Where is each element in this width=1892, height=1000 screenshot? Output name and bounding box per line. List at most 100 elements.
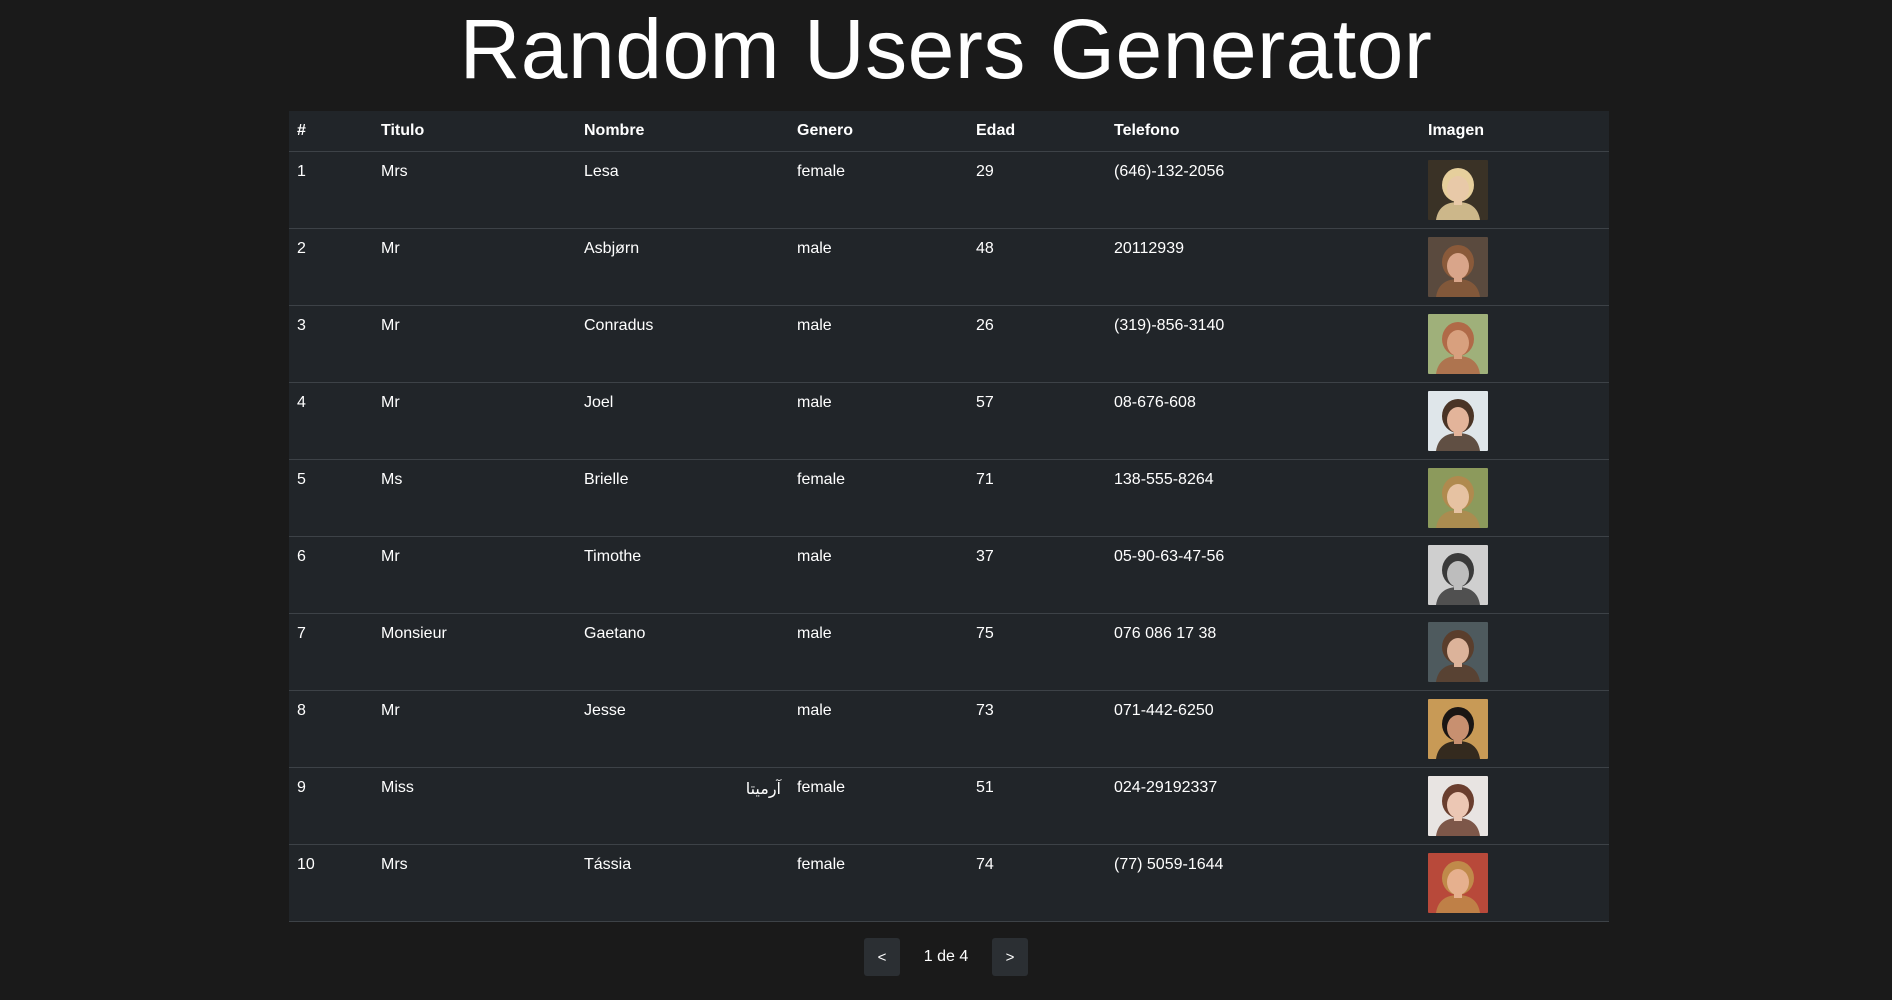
page-title: Random Users Generator (459, 2, 1433, 96)
cell-titulo: Mr (373, 228, 576, 306)
cell-nombre: Joel (576, 382, 789, 460)
table-row: 3 Mr Conradus male 26 (319)-856-3140 (289, 305, 1609, 383)
cell-titulo-text: Mrs (381, 163, 408, 180)
cell-telefono: 076 086 17 38 (1106, 613, 1420, 691)
cell-titulo-text: Mr (381, 394, 400, 411)
cell-edad-text: 48 (976, 240, 994, 257)
cell-titulo-text: Mr (381, 702, 400, 719)
cell-edad-text: 74 (976, 856, 994, 873)
cell-nombre-text: آرمیتا (745, 781, 781, 798)
table-body: 1 Mrs Lesa female 29 (646)-132-2056 2 Mr Asbjørn… (289, 151, 1609, 922)
cell-num: 2 (289, 228, 373, 306)
cell-genero-text: female (797, 163, 846, 180)
avatar (1428, 699, 1488, 759)
cell-imagen (1420, 690, 1609, 768)
cell-titulo-text: Mr (381, 317, 400, 334)
cell-telefono: (319)-856-3140 (1106, 305, 1420, 383)
cell-num-text: 4 (297, 394, 306, 411)
cell-genero: male (789, 613, 968, 691)
cell-titulo-text: Mr (381, 548, 400, 565)
cell-telefono-text: (77) 5059-1644 (1114, 856, 1224, 873)
cell-titulo: Mr (373, 536, 576, 614)
next-page-button[interactable]: > (992, 938, 1028, 976)
avatar (1428, 776, 1488, 836)
cell-nombre: Asbjørn (576, 228, 789, 306)
cell-edad: 74 (968, 844, 1106, 922)
cell-telefono: (77) 5059-1644 (1106, 844, 1420, 922)
users-table-container: # Titulo Nombre Genero Edad Telefono Ima… (289, 111, 1609, 922)
cell-imagen (1420, 536, 1609, 614)
prev-page-button[interactable]: < (864, 938, 900, 976)
cell-num-text: 10 (297, 856, 315, 873)
cell-nombre-text: Jesse (584, 702, 626, 719)
cell-edad-text: 71 (976, 471, 994, 488)
cell-genero-text: male (797, 625, 832, 642)
cell-num-text: 7 (297, 625, 306, 642)
cell-telefono: 05-90-63-47-56 (1106, 536, 1420, 614)
cell-genero: female (789, 459, 968, 537)
cell-telefono-text: 076 086 17 38 (1114, 625, 1217, 642)
table-row: 10 Mrs Tássia female 74 (77) 5059-1644 (289, 844, 1609, 922)
cell-num-text: 6 (297, 548, 306, 565)
column-header-genero: Genero (789, 111, 968, 152)
cell-edad-text: 37 (976, 548, 994, 565)
column-header-edad: Edad (968, 111, 1106, 152)
column-header-imagen: Imagen (1420, 111, 1609, 152)
cell-num: 7 (289, 613, 373, 691)
cell-imagen (1420, 459, 1609, 537)
cell-nombre: آرمیتا (576, 767, 789, 845)
cell-edad: 26 (968, 305, 1106, 383)
avatar (1428, 391, 1488, 451)
table-header-row: # Titulo Nombre Genero Edad Telefono Ima… (289, 111, 1609, 152)
cell-genero-text: male (797, 317, 832, 334)
cell-nombre-text: Joel (584, 394, 614, 411)
cell-genero: male (789, 382, 968, 460)
table-row: 2 Mr Asbjørn male 48 20112939 (289, 228, 1609, 306)
cell-genero-text: female (797, 471, 846, 488)
cell-num: 6 (289, 536, 373, 614)
cell-edad: 73 (968, 690, 1106, 768)
cell-genero: male (789, 305, 968, 383)
cell-telefono: 20112939 (1106, 228, 1420, 306)
cell-edad: 29 (968, 151, 1106, 229)
cell-telefono-text: (646)-132-2056 (1114, 163, 1225, 180)
cell-edad: 71 (968, 459, 1106, 537)
cell-imagen (1420, 305, 1609, 383)
cell-titulo-text: Miss (381, 779, 414, 796)
cell-titulo-text: Monsieur (381, 625, 447, 642)
cell-titulo-text: Mr (381, 240, 400, 257)
cell-num: 3 (289, 305, 373, 383)
column-header-num: # (289, 111, 373, 152)
cell-telefono-text: 20112939 (1114, 240, 1184, 257)
cell-titulo: Mr (373, 305, 576, 383)
cell-nombre-text: Asbjørn (584, 240, 640, 257)
cell-genero-text: male (797, 240, 832, 257)
cell-imagen (1420, 151, 1609, 229)
cell-imagen (1420, 382, 1609, 460)
cell-num: 10 (289, 844, 373, 922)
cell-edad-text: 51 (976, 779, 994, 796)
cell-imagen (1420, 228, 1609, 306)
cell-num-text: 2 (297, 240, 306, 257)
cell-telefono: (646)-132-2056 (1106, 151, 1420, 229)
cell-edad-text: 75 (976, 625, 994, 642)
cell-genero-text: male (797, 548, 832, 565)
cell-nombre: Tássia (576, 844, 789, 922)
cell-edad-text: 73 (976, 702, 994, 719)
cell-num: 5 (289, 459, 373, 537)
cell-nombre: Gaetano (576, 613, 789, 691)
cell-telefono-text: (319)-856-3140 (1114, 317, 1225, 334)
cell-edad: 75 (968, 613, 1106, 691)
cell-num-text: 3 (297, 317, 306, 334)
cell-telefono-text: 071-442-6250 (1114, 702, 1214, 719)
cell-genero-text: female (797, 856, 846, 873)
column-header-titulo: Titulo (373, 111, 576, 152)
cell-titulo: Miss (373, 767, 576, 845)
avatar (1428, 545, 1488, 605)
cell-genero: male (789, 690, 968, 768)
cell-imagen (1420, 844, 1609, 922)
table-row: 7 Monsieur Gaetano male 75 076 086 17 38 (289, 613, 1609, 691)
cell-titulo: Ms (373, 459, 576, 537)
cell-titulo-text: Ms (381, 471, 403, 488)
cell-telefono: 024-29192337 (1106, 767, 1420, 845)
